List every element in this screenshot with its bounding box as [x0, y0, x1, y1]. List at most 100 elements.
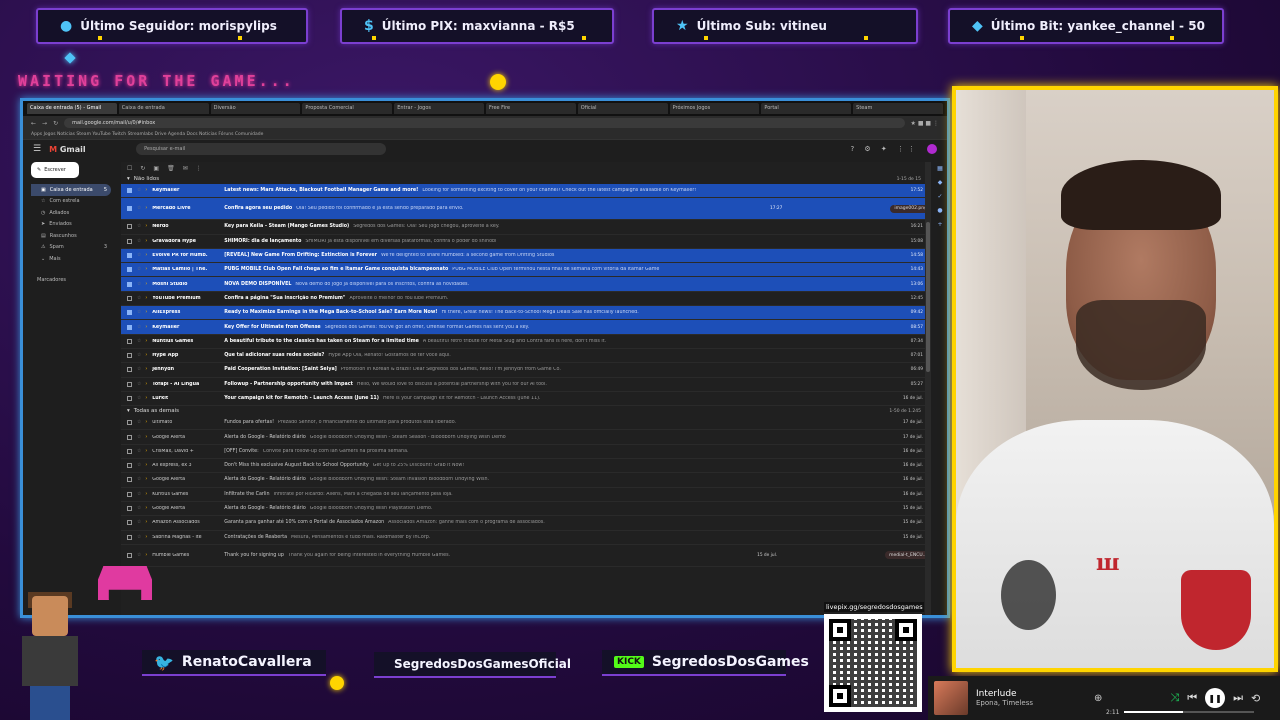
row-checkbox[interactable] [127, 477, 132, 483]
address-bar[interactable]: mail.google.com/mail/u/0/#inbox [64, 118, 905, 128]
email-row[interactable]: ☆ › Tofapl - AI Lingua Followup - Partnersh… [121, 378, 931, 392]
important-icon[interactable]: › [145, 367, 147, 372]
back-icon[interactable]: ← [31, 120, 36, 127]
important-icon[interactable]: › [145, 310, 147, 315]
browser-tab[interactable]: Caixa de entrada [118, 103, 209, 114]
refresh-icon[interactable]: ↻ [140, 165, 145, 172]
next-icon[interactable]: ⏭ [1233, 691, 1243, 705]
pause-button[interactable]: ❚❚ [1205, 688, 1226, 708]
row-checkbox[interactable] [127, 324, 132, 330]
browser-tab[interactable]: Proposta Comercial [302, 103, 393, 114]
row-checkbox[interactable] [127, 506, 132, 512]
progress-bar[interactable] [1124, 711, 1254, 713]
forward-icon[interactable]: → [42, 120, 47, 127]
sidebar-item-starred[interactable]: ☆ Com estrela [31, 196, 111, 208]
star-outline-icon[interactable]: ☆ [137, 239, 141, 244]
star-outline-icon[interactable]: ☆ [137, 282, 141, 287]
browser-tab[interactable]: Próximos Jogos [669, 103, 760, 114]
row-checkbox[interactable] [127, 310, 132, 316]
star-outline-icon[interactable]: ☆ [137, 353, 141, 358]
email-row[interactable]: ☆ › Gravadora Hype SHIMORI: dia de lançamen… [121, 235, 931, 249]
email-row[interactable]: ☆ › Keymailer Latest news: Mars Attacks, Bl… [121, 184, 931, 199]
browser-tab[interactable]: Caixa de entrada (5) - Gmail [27, 103, 117, 114]
row-checkbox[interactable] [127, 353, 132, 359]
compose-button[interactable]: ✎ Escrever [31, 162, 79, 178]
browser-tab[interactable]: Oficial [577, 103, 668, 114]
star-outline-icon[interactable]: ☆ [137, 339, 141, 344]
scrollbar[interactable] [925, 162, 931, 615]
star-outline-icon[interactable]: ☆ [137, 310, 141, 315]
email-row[interactable]: ☆ › Google Alerta Alerta do Google - Relató… [121, 502, 931, 517]
tasks-icon[interactable]: ✓ [935, 190, 945, 204]
email-row[interactable]: ☆ › Google Alerta Alerta do Google - Relató… [121, 473, 931, 488]
important-icon[interactable]: › [145, 435, 147, 440]
previous-icon[interactable]: ⏮ [1187, 691, 1197, 705]
row-checkbox[interactable] [127, 224, 132, 230]
star-outline-icon[interactable]: ☆ [137, 520, 141, 525]
gmail-logo[interactable]: M Gmail [49, 145, 104, 154]
scrollbar-thumb[interactable] [926, 222, 930, 372]
browser-tab[interactable]: Steam [853, 103, 943, 114]
row-checkbox[interactable] [127, 188, 132, 194]
repeat-icon[interactable]: ⟲ [1251, 692, 1260, 705]
star-outline-icon[interactable]: ☆ [137, 463, 141, 468]
sidebar-item-drafts[interactable]: ▤ Rascunhos [31, 230, 111, 242]
sidebar-item-snoozed[interactable]: ◷ Adiados [31, 207, 111, 219]
row-checkbox[interactable] [127, 491, 132, 497]
star-outline-icon[interactable]: ☆ [137, 224, 141, 229]
star-outline-icon[interactable]: ☆ [137, 382, 141, 387]
email-row[interactable]: ☆ › Hype App Que tal adicionar suas redes s… [121, 349, 931, 364]
email-row[interactable]: ☆ › Keymailer Key Offer for Ultimate from O… [121, 320, 931, 335]
email-row[interactable]: ☆ › Nerdo Key para Keila - Steam (Mango Gam… [121, 220, 931, 235]
star-outline-icon[interactable]: ☆ [137, 267, 141, 272]
email-row[interactable]: ☆ › Matias Camilo | The. PUBG MOBILE Club O… [121, 263, 931, 278]
important-icon[interactable]: › [145, 224, 147, 229]
important-icon[interactable]: › [145, 253, 147, 258]
sidebar-item-sent[interactable]: ➤ Enviados [31, 219, 111, 231]
sidebar-item-spam[interactable]: ⚠ Spam 3 [31, 242, 111, 254]
extensions-icon[interactable]: ★ ■ ■ ⋮ [911, 120, 939, 127]
email-row[interactable]: ☆ › Moshi Studio NOVA DEMO DISPONÍVEL Nova d… [121, 277, 931, 292]
email-row[interactable]: ☆ › Sabrina Magnas - ite Contratações de Re… [121, 531, 931, 545]
email-row[interactable]: ☆ › Jennydn Paid Cooperation Invitation: [S… [121, 363, 931, 378]
row-checkbox[interactable] [127, 552, 132, 558]
row-checkbox[interactable] [127, 534, 132, 540]
important-icon[interactable]: › [145, 382, 147, 387]
star-outline-icon[interactable]: ☆ [137, 253, 141, 258]
browser-tab[interactable]: Portal [761, 103, 852, 114]
add-to-library-icon[interactable]: ⊕ [1094, 693, 1102, 704]
important-icon[interactable]: › [145, 449, 147, 454]
email-row[interactable]: ☆ › AliExpress Ready to Maximize Earnings i… [121, 306, 931, 321]
important-icon[interactable]: › [145, 282, 147, 287]
star-outline-icon[interactable]: ☆ [137, 492, 141, 497]
email-row[interactable]: ☆ › Google Alerta Alerta do Google - Relató… [121, 430, 931, 445]
row-checkbox[interactable] [127, 206, 132, 212]
email-row[interactable]: ☆ › Nuntius Games A beautiful tribute to th… [121, 335, 931, 349]
keep-icon[interactable]: ◆ [935, 176, 945, 190]
calendar-icon[interactable]: ▦ [935, 162, 945, 176]
browser-tab[interactable]: Entrar - Jogos [394, 103, 484, 114]
star-outline-icon[interactable]: ☆ [137, 188, 141, 193]
email-row[interactable]: ☆ › YouTube Premium Confira a página "Sua i… [121, 292, 931, 307]
email-row[interactable]: ☆ › CrisMax, David + [OFF] Convite: Convite … [121, 445, 931, 460]
browser-tab[interactable]: Free Fire [485, 103, 576, 114]
star-outline-icon[interactable]: ☆ [137, 506, 141, 511]
sidebar-item-inbox[interactable]: ▣ Caixa de entrada 5 [31, 184, 111, 196]
important-icon[interactable]: › [145, 477, 147, 482]
row-checkbox[interactable] [127, 420, 132, 426]
important-icon[interactable]: › [145, 296, 147, 301]
important-icon[interactable]: › [145, 396, 147, 401]
email-row[interactable]: ☆ › Amazon Associados Garanta para ganhar a… [121, 516, 931, 531]
star-outline-icon[interactable]: ☆ [137, 449, 141, 454]
avatar[interactable] [927, 144, 937, 154]
important-icon[interactable]: › [145, 553, 147, 558]
star-outline-icon[interactable]: ☆ [137, 553, 141, 558]
row-checkbox[interactable] [127, 253, 132, 259]
row-checkbox[interactable] [127, 381, 132, 387]
bookmarks-bar[interactable]: Apps Jogos Notícias Steam YouTube Twitch… [23, 130, 947, 140]
row-checkbox[interactable] [127, 238, 132, 244]
star-outline-icon[interactable]: ☆ [137, 325, 141, 330]
row-checkbox[interactable] [127, 281, 132, 287]
star-outline-icon[interactable]: ☆ [137, 420, 141, 425]
star-outline-icon[interactable]: ☆ [137, 535, 141, 540]
